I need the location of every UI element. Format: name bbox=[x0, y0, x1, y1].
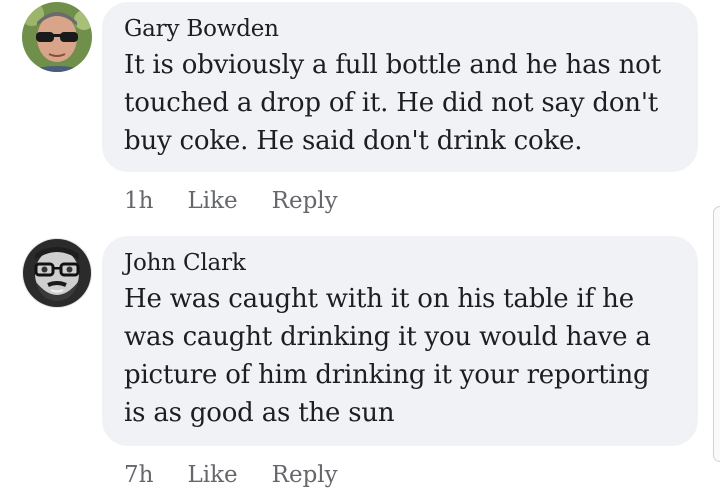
comment-author[interactable]: Gary Bowden bbox=[124, 14, 678, 44]
like-button[interactable]: Like bbox=[187, 462, 237, 488]
comment-bubble: John Clark He was caught with it on his … bbox=[102, 236, 698, 446]
reply-button[interactable]: Reply bbox=[272, 462, 338, 488]
man-glasses-beard-avatar-icon bbox=[22, 238, 92, 308]
comment-text: It is obviously a full bottle and he has… bbox=[124, 50, 661, 156]
comment-actions: 1h Like Reply bbox=[124, 186, 338, 216]
reply-button[interactable]: Reply bbox=[272, 188, 338, 214]
comment-timestamp[interactable]: 7h bbox=[124, 462, 153, 488]
comment-author[interactable]: John Clark bbox=[124, 248, 678, 278]
comment-bubble: Gary Bowden It is obviously a full bottl… bbox=[102, 2, 698, 172]
avatar[interactable] bbox=[22, 238, 92, 308]
scrollbar[interactable] bbox=[713, 206, 720, 462]
comment-timestamp[interactable]: 1h bbox=[124, 188, 153, 214]
man-sunglasses-avatar-icon bbox=[22, 2, 92, 72]
comment-actions: 7h Like Reply bbox=[124, 460, 338, 490]
comment-text: He was caught with it on his table if he… bbox=[124, 284, 651, 428]
avatar[interactable] bbox=[22, 2, 92, 72]
like-button[interactable]: Like bbox=[187, 188, 237, 214]
